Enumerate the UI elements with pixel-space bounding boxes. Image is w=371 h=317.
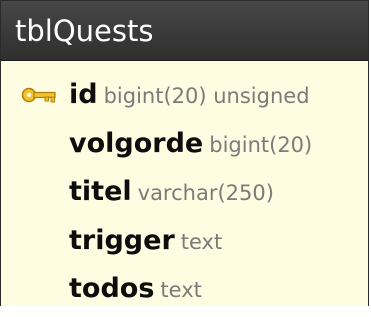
column-row-todos[interactable]: todos text: [1, 265, 368, 314]
column-name: todos: [69, 273, 155, 304]
table-title[interactable]: tblQuests: [1, 1, 368, 61]
column-type: text: [180, 229, 223, 254]
column-type: text: [160, 278, 202, 302]
column-name: id: [69, 79, 98, 110]
column-row-id[interactable]: id bigint(20) unsigned: [1, 71, 368, 120]
column-name: trigger: [69, 224, 175, 256]
column-row-titel[interactable]: titel varchar(250): [1, 168, 368, 217]
column-name: titel: [69, 176, 132, 207]
column-name: volgorde: [69, 127, 204, 159]
column-type: varchar(250): [137, 181, 274, 205]
table-entity-tblquests[interactable]: tblQuests id bigint(20) unsigned volgorde…: [0, 0, 369, 306]
primary-key-icon: [21, 87, 56, 103]
column-row-volgorde[interactable]: volgorde bigint(20): [1, 120, 368, 169]
column-row-trigger[interactable]: trigger text: [1, 217, 368, 266]
column-list: id bigint(20) unsigned volgorde bigint(20)…: [1, 61, 368, 314]
column-type: bigint(20) unsigned: [103, 84, 310, 108]
column-type: bigint(20): [209, 132, 313, 157]
